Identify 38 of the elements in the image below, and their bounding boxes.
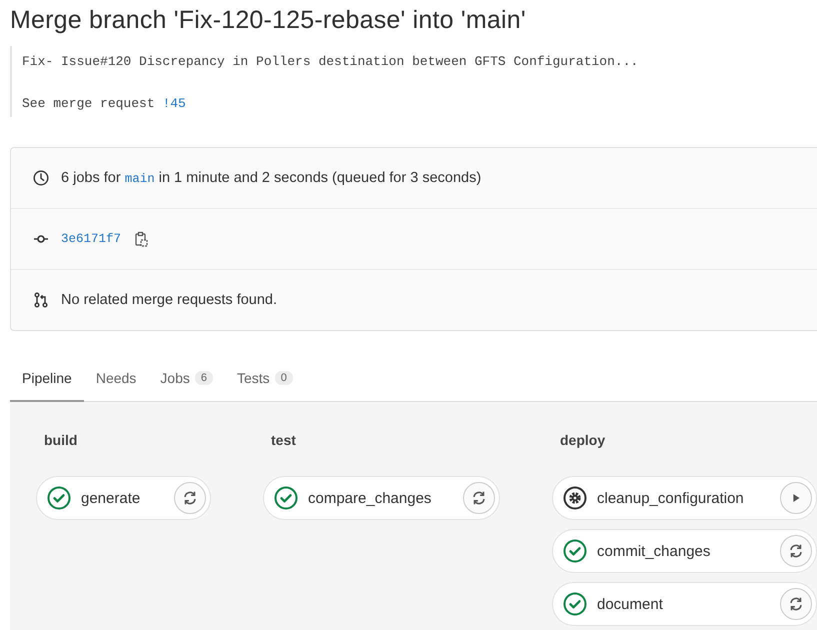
merge-request-link[interactable]: !45 <box>162 96 186 111</box>
retry-button[interactable] <box>174 482 206 514</box>
job-pill[interactable]: generate <box>36 476 211 520</box>
merge-requests-note: No related merge requests found. <box>61 292 278 308</box>
job-name: commit_changes <box>597 542 712 560</box>
clock-icon <box>33 170 49 186</box>
commit-title: Merge branch 'Fix-120-125-rebase' into 'main' <box>9 4 527 36</box>
retry-icon <box>471 490 487 506</box>
job-pill[interactable]: compare_changes <box>263 476 500 520</box>
stage-name: deploy <box>559 431 606 446</box>
count-badge: 0 <box>274 370 293 384</box>
pipeline-summary: 6 jobs for main in 1 minute and 2 seconds (queued for 3 seconds) <box>61 170 482 186</box>
commit-sha-link[interactable]: 3e6171f7 <box>61 232 122 246</box>
job-pill[interactable]: commit_changes <box>552 529 817 573</box>
merge-request-note: See merge request !45 <box>22 96 187 111</box>
merge-request-icon <box>33 292 49 308</box>
job-name: compare_changes <box>308 490 432 506</box>
count-badge: 6 <box>194 370 213 384</box>
retry-icon <box>788 543 804 559</box>
retry-button[interactable] <box>463 482 495 514</box>
job-pill[interactable]: document <box>552 582 817 626</box>
retry-button[interactable] <box>780 588 812 620</box>
job-name: cleanup_configuration <box>597 490 745 506</box>
pipeline-tab[interactable]: Tests 0 <box>225 355 305 402</box>
play-button[interactable] <box>780 482 812 514</box>
stage-name: build <box>43 431 78 446</box>
retry-icon <box>182 490 198 506</box>
copy-icon[interactable] <box>133 231 150 247</box>
job-name: generate <box>81 490 142 506</box>
job-name: document <box>597 596 664 612</box>
stage-name: test <box>270 431 297 446</box>
commit-message: Fix- Issue#120 Discrepancy in Pollers destination between GFTS Configuration... <box>22 54 640 69</box>
pipeline-tab[interactable]: Needs <box>84 355 148 402</box>
pipeline-tab[interactable]: Jobs 6 <box>148 355 225 402</box>
retry-icon <box>788 596 804 612</box>
job-pill[interactable]: cleanup_configuration <box>552 476 817 520</box>
retry-button[interactable] <box>780 535 812 567</box>
branch-link[interactable]: main <box>124 172 155 186</box>
